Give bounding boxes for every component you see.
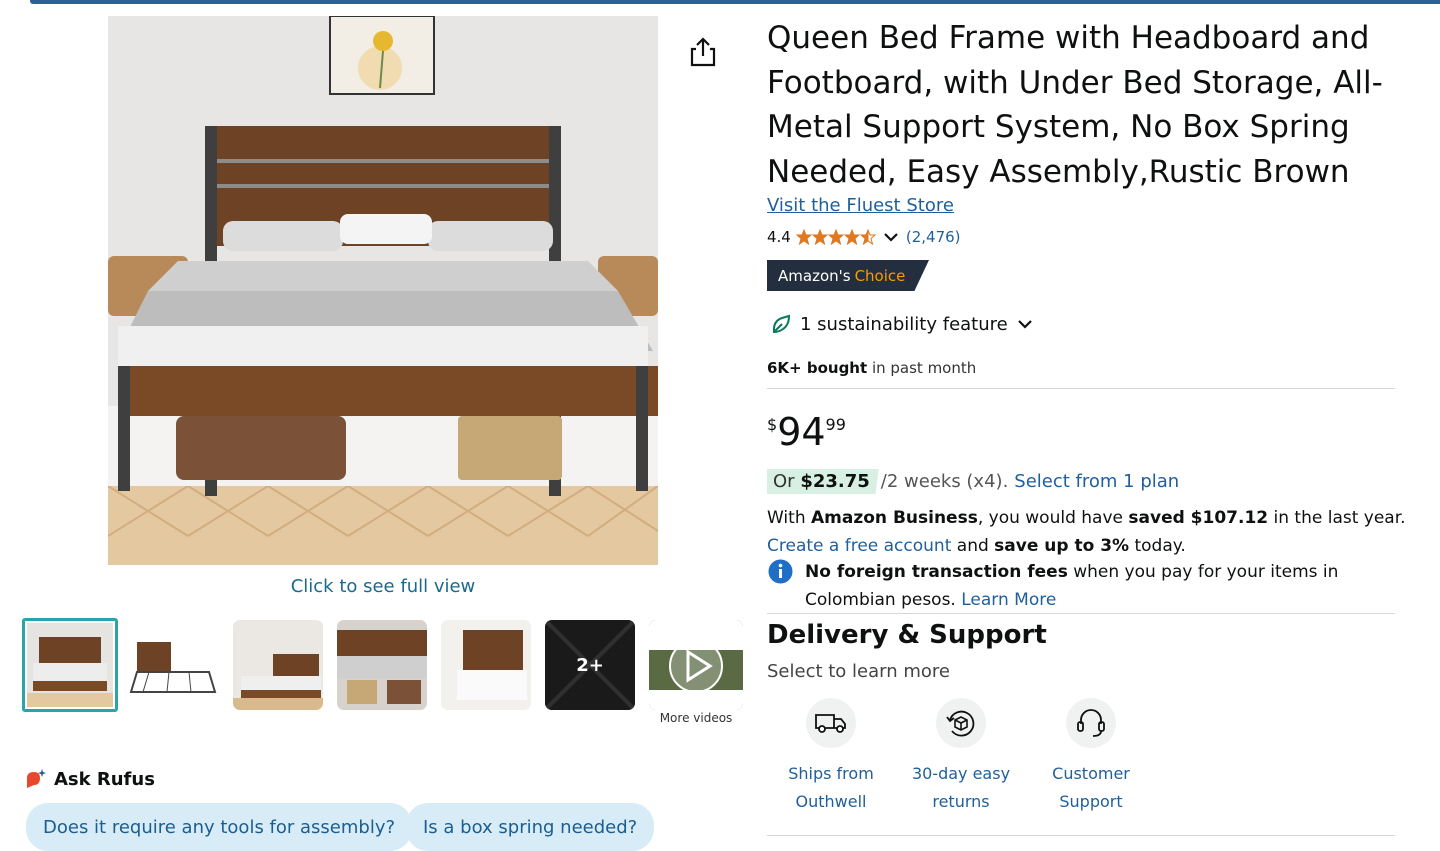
top-accent-rule: [30, 0, 1440, 4]
installment-schedule: /2 weeks (x4).: [880, 471, 1009, 492]
star-rating[interactable]: [796, 229, 878, 245]
returns-label: 30-day easy: [911, 764, 1011, 783]
rating-row: 4.4 (2,476): [767, 228, 961, 246]
choice-badge-accent: Choice: [854, 266, 906, 285]
business-text: With: [767, 508, 812, 528]
business-text: and: [951, 536, 995, 556]
more-images-badge: 2+: [545, 620, 635, 710]
fees-bold: No foreign transaction fees: [805, 562, 1068, 582]
business-saved-amount: saved $107.12: [1128, 508, 1269, 528]
product-title: Queen Bed Frame with Headboard and Footb…: [767, 20, 1383, 190]
create-account-link[interactable]: Create a free account: [767, 536, 951, 556]
ships-from-label: Ships from: [788, 764, 874, 783]
full-view-link[interactable]: Click to see full view: [0, 576, 766, 597]
installment-row: Or $23.75 /2 weeks (x4). Select from 1 p…: [767, 469, 1179, 494]
store-link[interactable]: Visit the Fluest Store: [767, 195, 954, 216]
sustainability-toggle[interactable]: 1 sustainability feature: [770, 313, 1034, 335]
truck-icon: [815, 714, 846, 733]
return-box-icon: [946, 710, 975, 737]
chevron-down-icon: [1017, 320, 1032, 329]
leaf-icon: [772, 314, 791, 334]
price-whole: 94: [777, 410, 826, 454]
business-savings: With Amazon Business, you would have sav…: [767, 504, 1407, 560]
delivery-support-title: Delivery & Support: [767, 620, 1047, 650]
sustainability-label: 1 sustainability feature: [800, 313, 1008, 335]
more-videos-label: More videos: [659, 711, 733, 725]
ask-rufus-header: Ask Rufus: [24, 768, 155, 790]
support-label-2: Support: [1059, 792, 1123, 811]
bought-count: 6K+ bought in past month: [767, 359, 976, 377]
returns-item[interactable]: 30-day easy returns: [896, 698, 1026, 816]
business-save-percent: save up to 3%: [994, 536, 1130, 556]
price-fraction: 99: [825, 415, 846, 434]
divider: [767, 835, 1395, 836]
installment-prefix: Or: [773, 471, 795, 492]
installment-amount: $23.75: [800, 471, 870, 492]
bought-count-rest: in past month: [871, 359, 977, 377]
bought-count-bold: 6K+ bought: [767, 359, 868, 377]
headset-icon: [1077, 709, 1105, 737]
stars-icon: [796, 229, 876, 245]
share-icon[interactable]: [688, 36, 720, 70]
ships-from-seller: Outhwell: [795, 792, 867, 811]
returns-label-2: returns: [932, 792, 990, 811]
learn-more-link[interactable]: Learn More: [961, 590, 1056, 610]
thumbnail-4[interactable]: [337, 620, 427, 710]
select-plan-link[interactable]: Select from 1 plan: [1014, 471, 1179, 492]
rating-count-link[interactable]: (2,476): [906, 228, 961, 246]
rufus-icon: [27, 769, 46, 788]
foreign-fees-notice: No foreign transaction fees when you pay…: [768, 558, 1398, 614]
thumbnail-5[interactable]: [441, 620, 531, 710]
rufus-question-chip[interactable]: Does it require any tools for assembly?: [26, 803, 413, 851]
divider: [767, 388, 1395, 389]
customer-support-item[interactable]: Customer Support: [1026, 698, 1156, 816]
support-label: Customer: [1052, 764, 1130, 783]
business-bold: Amazon Business: [811, 508, 978, 528]
business-text: in the last year.: [1268, 508, 1406, 528]
ask-rufus-title: Ask Rufus: [54, 768, 155, 790]
main-product-image[interactable]: [108, 16, 658, 565]
price: $ 94 99: [767, 410, 846, 454]
info-icon: [768, 559, 793, 584]
ships-from-item[interactable]: Ships from Outhwell: [766, 698, 896, 816]
bed-photo: [108, 16, 658, 565]
amazons-choice-badge: Amazon's Choice: [767, 260, 929, 291]
chevron-down-icon[interactable]: [883, 231, 899, 243]
thumbnail-video[interactable]: [649, 620, 743, 710]
price-symbol: $: [767, 415, 778, 434]
delivery-support-subtitle: Select to learn more: [767, 661, 950, 682]
thumbnail-3[interactable]: [233, 620, 323, 710]
business-text: today.: [1129, 536, 1186, 556]
choice-badge-prefix: Amazon's: [778, 266, 851, 285]
thumbnail-2[interactable]: [129, 620, 219, 710]
rufus-question-chip[interactable]: Is a box spring needed?: [406, 803, 655, 851]
thumbnail-1[interactable]: [22, 618, 118, 712]
business-text: , you would have: [977, 508, 1129, 528]
thumbnail-6-more[interactable]: 2+: [545, 620, 635, 710]
installment-pill: Or $23.75: [767, 469, 879, 494]
rating-value: 4.4: [767, 228, 791, 246]
divider: [767, 613, 1395, 614]
